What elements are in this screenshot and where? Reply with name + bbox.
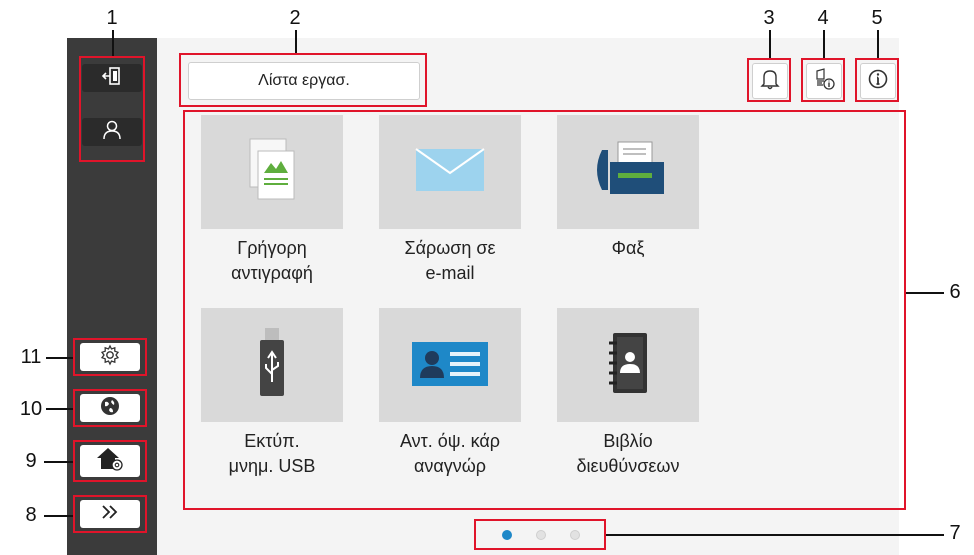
- callout-4: 4: [817, 7, 829, 29]
- highlight-2: [179, 53, 427, 107]
- highlight-1: [79, 56, 145, 162]
- highlight-9: [73, 440, 147, 482]
- leader-2: [295, 30, 297, 53]
- leader-9: [44, 461, 73, 463]
- highlight-7: [474, 519, 606, 550]
- callout-1: 1: [106, 7, 118, 29]
- leader-7: [606, 534, 944, 536]
- highlight-8: [73, 495, 147, 533]
- callout-5: 5: [871, 7, 883, 29]
- leader-8: [44, 515, 73, 517]
- callout-7: 7: [949, 522, 961, 544]
- leader-3: [769, 30, 771, 58]
- leader-1: [112, 30, 114, 56]
- leader-11: [46, 357, 73, 359]
- highlight-4: [801, 58, 845, 102]
- callout-3: 3: [763, 7, 775, 29]
- highlight-6: [183, 110, 906, 510]
- callout-6: 6: [949, 281, 961, 303]
- callout-2: 2: [289, 7, 301, 29]
- highlight-10: [73, 389, 147, 427]
- callout-10: 10: [19, 398, 43, 420]
- leader-6: [906, 292, 944, 294]
- highlight-3: [747, 58, 791, 102]
- callout-8: 8: [25, 504, 37, 526]
- leader-10: [46, 408, 73, 410]
- highlight-11: [73, 338, 147, 376]
- leader-4: [823, 30, 825, 58]
- callout-11: 11: [20, 346, 42, 368]
- leader-5: [877, 30, 879, 58]
- callout-9: 9: [25, 450, 37, 472]
- highlight-5: [855, 58, 899, 102]
